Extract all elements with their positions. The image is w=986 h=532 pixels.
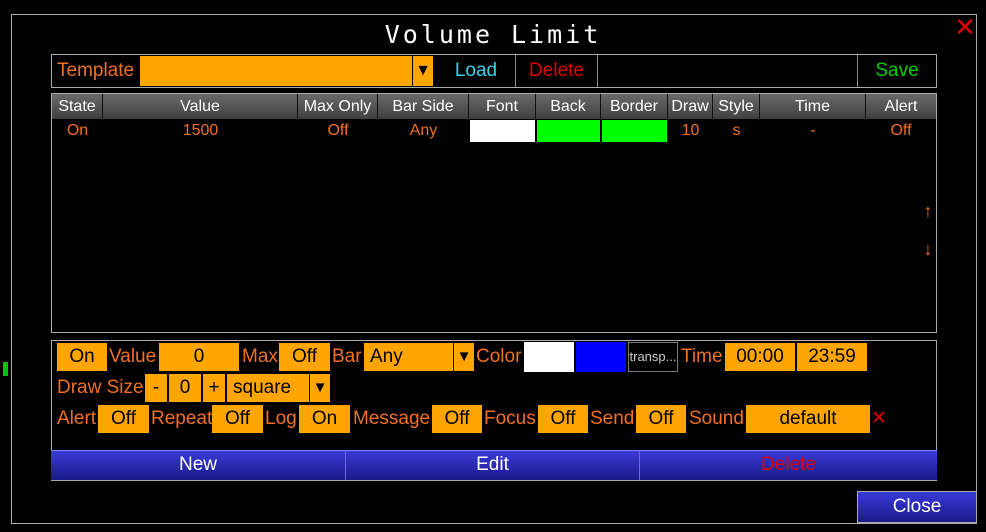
new-button[interactable]: New <box>51 450 346 480</box>
divider <box>597 55 598 87</box>
column-header-max-only[interactable]: Max Only <box>298 94 378 119</box>
dialog-title: Volume Limit <box>384 20 602 49</box>
column-header-back[interactable]: Back <box>536 94 601 119</box>
chevron-down-icon[interactable]: ▼ <box>412 56 433 86</box>
cell-time: - <box>810 122 816 139</box>
alert-toggle[interactable]: Off <box>98 405 149 433</box>
column-header-style[interactable]: Style <box>713 94 760 119</box>
shape-select[interactable]: square <box>227 374 309 402</box>
delete-template-button[interactable]: Delete <box>516 55 597 87</box>
cell-style: s <box>732 122 741 139</box>
state-toggle[interactable]: On <box>57 343 107 371</box>
repeat-toggle[interactable]: Off <box>212 405 263 433</box>
column-header-font[interactable]: Font <box>469 94 536 119</box>
max-label: Max <box>242 346 278 367</box>
column-header-time[interactable]: Time <box>760 94 866 119</box>
edit-button[interactable]: Edit <box>346 450 640 480</box>
clear-sound-icon[interactable]: ✕ <box>870 405 888 433</box>
send-toggle[interactable]: Off <box>636 405 686 433</box>
column-header-value[interactable]: Value <box>103 94 298 119</box>
log-label: Log <box>265 408 297 429</box>
max-toggle[interactable]: Off <box>279 343 330 371</box>
chevron-down-icon[interactable]: ▼ <box>309 374 330 402</box>
close-icon[interactable]: ✕ <box>953 14 977 40</box>
border-color-swatch[interactable]: transp... <box>628 342 678 372</box>
focus-toggle[interactable]: Off <box>538 405 588 433</box>
move-down-icon[interactable]: ↓ <box>918 239 938 260</box>
sound-label: Sound <box>689 408 744 429</box>
send-label: Send <box>590 408 635 429</box>
column-header-border[interactable]: Border <box>601 94 668 119</box>
value-label: Value <box>109 346 157 367</box>
back-color-swatch[interactable] <box>576 342 626 372</box>
draw-size-input[interactable]: 0 <box>169 374 201 402</box>
cell-font-color-swatch <box>470 120 535 142</box>
time-label: Time <box>681 346 723 367</box>
sound-select[interactable]: default <box>746 405 870 433</box>
template-select[interactable] <box>140 56 433 86</box>
message-label: Message <box>353 408 431 429</box>
value-input[interactable]: 0 <box>159 343 239 371</box>
template-label: Template <box>57 60 135 81</box>
cell-draw: 10 <box>681 122 700 139</box>
cell-back-color-swatch <box>537 120 600 142</box>
draw-size-label: Draw Size <box>57 377 144 398</box>
draw-size-decrement-button[interactable]: - <box>145 374 167 402</box>
time-end-input[interactable]: 23:59 <box>797 343 867 371</box>
cell-alert: Off <box>890 122 912 139</box>
cell-state: On <box>66 122 89 139</box>
cell-value: 1500 <box>182 122 219 139</box>
bar-select[interactable]: Any <box>364 343 453 371</box>
load-button[interactable]: Load <box>437 55 515 87</box>
column-header-state[interactable]: State <box>52 94 103 119</box>
focus-label: Focus <box>484 408 536 429</box>
delete-button[interactable]: Delete <box>640 450 937 480</box>
column-header-bar-side[interactable]: Bar Side <box>378 94 469 119</box>
close-button[interactable]: Close <box>857 491 977 523</box>
font-color-swatch[interactable] <box>524 342 574 372</box>
column-header-alert[interactable]: Alert <box>866 94 936 119</box>
chevron-down-icon[interactable]: ▼ <box>453 343 474 371</box>
time-start-input[interactable]: 00:00 <box>725 343 795 371</box>
color-label: Color <box>476 346 522 367</box>
message-toggle[interactable]: Off <box>432 405 482 433</box>
cell-max-only: Off <box>327 122 349 139</box>
column-header-draw[interactable]: Draw <box>668 94 713 119</box>
green-edge-marker <box>3 362 8 376</box>
repeat-label: Repeat <box>151 408 213 429</box>
alert-label: Alert <box>57 408 97 429</box>
cell-bar-side: Any <box>409 122 438 139</box>
bar-label: Bar <box>332 346 362 367</box>
draw-size-increment-button[interactable]: + <box>203 374 225 402</box>
move-up-icon[interactable]: ↑ <box>918 201 938 222</box>
cell-border-color-swatch <box>602 120 667 142</box>
log-toggle[interactable]: On <box>299 405 350 433</box>
save-button[interactable]: Save <box>858 55 936 87</box>
